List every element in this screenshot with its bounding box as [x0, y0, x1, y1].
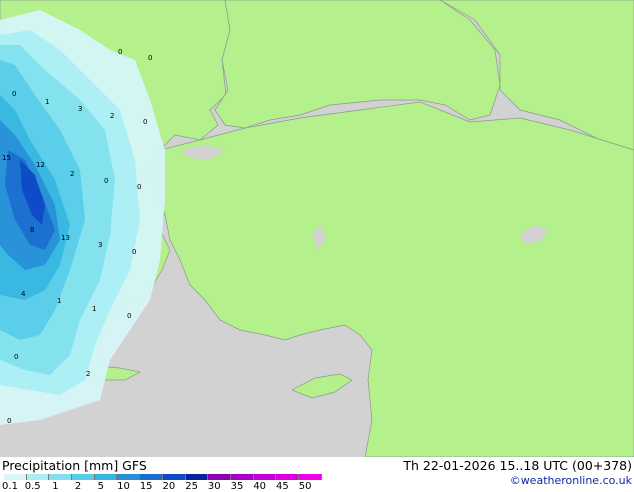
- legend-tick: 5: [97, 481, 104, 492]
- contour-label: 1: [92, 305, 96, 313]
- legend-swatch: [94, 474, 118, 480]
- legend-swatch: [276, 474, 299, 480]
- legend-swatch: [298, 474, 322, 480]
- legend-swatch: [140, 474, 163, 480]
- contour-label: 0: [7, 417, 11, 425]
- contour-label: 0: [12, 90, 16, 98]
- contour-label: 1: [45, 98, 49, 106]
- legend-swatch: [4, 474, 27, 480]
- legend-swatch: [185, 474, 209, 480]
- contour-label: 2: [86, 370, 90, 378]
- map-svg: 0 1 3 2 0 0 12 15 2 0 0 8 13 3 0 4 1 1 0…: [0, 0, 634, 457]
- legend-swatch: [26, 474, 50, 480]
- legend-tick: 30: [207, 481, 221, 492]
- legend-tick: 10: [117, 481, 130, 492]
- forecast-datetime: Th 22-01-2026 15..18 UTC (00+378): [403, 458, 632, 473]
- legend-tick: 1: [52, 481, 59, 492]
- precipitation-map: 0 1 3 2 0 0 12 15 2 0 0 8 13 3 0 4 1 1 0…: [0, 0, 634, 457]
- legend-swatch: [162, 474, 186, 480]
- legend-swatch: [72, 474, 95, 480]
- contour-label: 13: [61, 234, 70, 242]
- contour-label: 0: [14, 353, 18, 361]
- legend-swatch: [208, 474, 231, 480]
- legend-tick: 15: [139, 481, 153, 492]
- contour-label: 15: [2, 154, 11, 162]
- legend-tick: 0.5: [24, 481, 41, 492]
- legend-tick: 20: [162, 481, 176, 492]
- contour-label: 0: [132, 248, 136, 256]
- legend-tick: 50: [298, 481, 312, 492]
- map-footer: Precipitation [mm] GFS Th 22-01-2026 15.…: [0, 457, 634, 492]
- legend-tick: 45: [276, 481, 289, 492]
- contour-label: 2: [70, 170, 74, 178]
- contour-label: 0: [137, 183, 141, 191]
- contour-label: 0: [143, 118, 147, 126]
- contour-label: 0: [127, 312, 131, 320]
- contour-label: 0: [148, 54, 152, 62]
- legend-swatch: [230, 474, 254, 480]
- contour-label: 2: [110, 112, 114, 120]
- credit-link[interactable]: ©weatheronline.co.uk: [510, 474, 632, 487]
- contour-label: 8: [30, 226, 34, 234]
- map-title: Precipitation [mm] GFS: [2, 458, 147, 473]
- legend-tick: 2: [74, 481, 82, 492]
- legend-tick: 35: [230, 481, 244, 492]
- contour-label: 3: [78, 105, 82, 113]
- color-legend: [4, 474, 322, 480]
- contour-label: 12: [36, 161, 45, 169]
- contour-label: 0: [104, 177, 108, 185]
- legend-swatch: [253, 474, 277, 480]
- contour-label: 3: [98, 241, 102, 249]
- legend-swatch: [49, 474, 73, 480]
- contour-label: 1: [57, 297, 61, 305]
- contour-label: 0: [118, 48, 122, 56]
- contour-label: 4: [21, 290, 26, 298]
- legend-tick: 0.1: [2, 481, 18, 492]
- legend-tick: 40: [253, 481, 267, 492]
- legend-tick: 25: [185, 481, 198, 492]
- legend-swatch: [117, 474, 141, 480]
